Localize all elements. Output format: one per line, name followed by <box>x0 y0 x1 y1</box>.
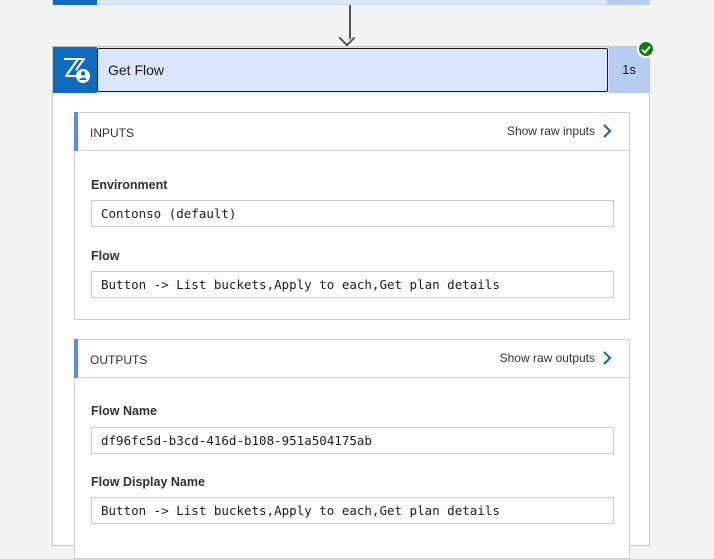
flow-value: Button -> List buckets,Apply to each,Get… <box>101 277 500 292</box>
action-card-get-flow: Get Flow 1s INPUTS Show raw inputs Envir… <box>52 46 650 559</box>
flow-value-box: Button -> List buckets,Apply to each,Get… <box>91 271 614 298</box>
success-check-icon <box>637 40 655 58</box>
flow-management-icon <box>53 47 97 93</box>
chevron-right-icon[interactable] <box>601 123 613 144</box>
environment-value: Contonso (default) <box>101 206 237 221</box>
flow-name-label: Flow Name <box>91 404 157 418</box>
outputs-section-title: OUTPUTS <box>90 353 148 367</box>
environment-label: Environment <box>91 178 168 192</box>
action-title: Get Flow <box>108 62 165 78</box>
action-title-box[interactable]: Get Flow <box>97 48 608 92</box>
flow-connector-arrow-icon <box>338 29 356 47</box>
inputs-section-title: INPUTS <box>90 126 135 140</box>
flow-display-name-label: Flow Display Name <box>91 475 205 489</box>
outputs-section-header: OUTPUTS Show raw outputs <box>74 339 629 378</box>
inputs-section: INPUTS Show raw inputs Environment Conto… <box>74 112 630 320</box>
action-card-header[interactable]: Get Flow 1s <box>53 47 649 93</box>
environment-value-box: Contonso (default) <box>91 200 614 227</box>
outputs-section-accent <box>74 339 78 378</box>
flow-display-name-value-box: Button -> List buckets,Apply to each,Get… <box>91 497 614 524</box>
show-raw-outputs-link[interactable]: Show raw outputs <box>500 351 595 365</box>
chevron-right-icon[interactable] <box>601 350 613 371</box>
flow-name-value-box: df96fc5d-b3cd-416d-b108-951a504175ab <box>91 427 614 454</box>
inputs-section-accent <box>74 112 78 151</box>
flow-display-name-value: Button -> List buckets,Apply to each,Get… <box>101 503 500 518</box>
previous-action-card[interactable] <box>52 0 650 5</box>
flow-label: Flow <box>91 249 120 263</box>
flow-name-value: df96fc5d-b3cd-416d-b108-951a504175ab <box>101 433 372 448</box>
previous-action-duration-area <box>607 0 649 5</box>
outputs-section: OUTPUTS Show raw outputs Flow Name df96f… <box>74 339 630 559</box>
action-duration: 1s <box>622 62 636 77</box>
previous-action-icon-area <box>53 0 97 5</box>
show-raw-inputs-link[interactable]: Show raw inputs <box>507 124 595 138</box>
inputs-section-header: INPUTS Show raw inputs <box>74 112 629 151</box>
